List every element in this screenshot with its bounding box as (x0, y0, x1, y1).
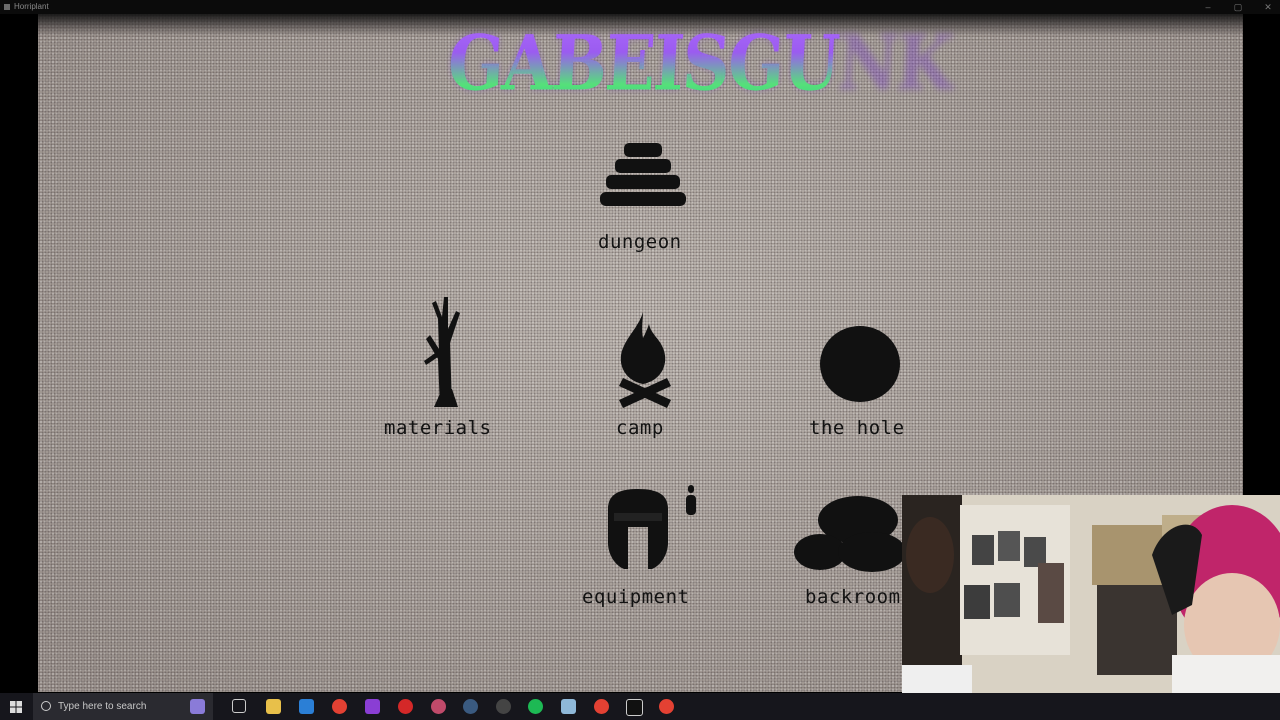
start-button[interactable] (0, 693, 32, 720)
menu-item-the-hole[interactable]: the hole (803, 314, 923, 439)
hole-icon (820, 326, 900, 402)
chrome-icon[interactable] (332, 699, 347, 714)
task-view-icon[interactable] (232, 699, 246, 713)
chrome-icon-3[interactable] (659, 699, 674, 714)
menu-label-dungeon: dungeon (598, 231, 682, 253)
edge-icon[interactable] (299, 699, 314, 714)
search-placeholder: Type here to search (58, 701, 147, 712)
obs-icon[interactable] (496, 699, 511, 714)
menu-item-backrooms[interactable]: backroom (790, 482, 910, 609)
menu-item-dungeon[interactable]: dungeon (588, 139, 698, 264)
campfire-icon (619, 312, 671, 408)
window-controls: – ▢ ✕ (1200, 0, 1276, 14)
spotify-icon[interactable] (528, 699, 543, 714)
menu-item-camp[interactable]: camp (593, 304, 693, 439)
taskbar-search-box[interactable]: Type here to search (33, 693, 213, 720)
menu-label-equipment: equipment (582, 586, 690, 608)
clapper-icon[interactable] (190, 699, 205, 714)
twitch-icon[interactable] (365, 699, 380, 714)
menu-label-materials: materials (384, 417, 492, 439)
menu-item-materials[interactable]: materials (378, 289, 508, 439)
file-explorer-icon[interactable] (266, 699, 281, 714)
tree-icon (424, 297, 460, 407)
webcam-feed-image (902, 495, 1280, 720)
minimize-icon[interactable]: – (1200, 0, 1216, 14)
taskbar: Type here to search (0, 693, 1280, 720)
rocks-icon (794, 496, 906, 572)
notepad-icon[interactable] (561, 699, 576, 714)
search-icon (41, 701, 51, 711)
windows-icon (10, 700, 22, 713)
steam-icon[interactable] (463, 699, 478, 714)
chrome-profile-icon[interactable] (431, 699, 446, 714)
menu-label-backrooms: backroom (805, 586, 901, 608)
menu-label-camp: camp (616, 417, 664, 439)
close-icon[interactable]: ✕ (1260, 0, 1276, 14)
window-titlebar: Horriplant – ▢ ✕ (0, 0, 1280, 14)
app-icon (4, 4, 10, 10)
menu-label-the-hole: the hole (809, 417, 905, 439)
helmet-icon (608, 485, 696, 569)
opera-icon[interactable] (398, 699, 413, 714)
maximize-icon[interactable]: ▢ (1230, 0, 1246, 14)
terminal-icon[interactable] (626, 699, 643, 716)
menu-item-equipment[interactable]: equipment (578, 479, 708, 609)
dungeon-icon (600, 143, 686, 206)
webcam-overlay (902, 495, 1280, 720)
window-title: Horriplant (14, 2, 49, 11)
game-logo: GABEISGUNK (445, 14, 954, 117)
chrome-icon-2[interactable] (594, 699, 609, 714)
